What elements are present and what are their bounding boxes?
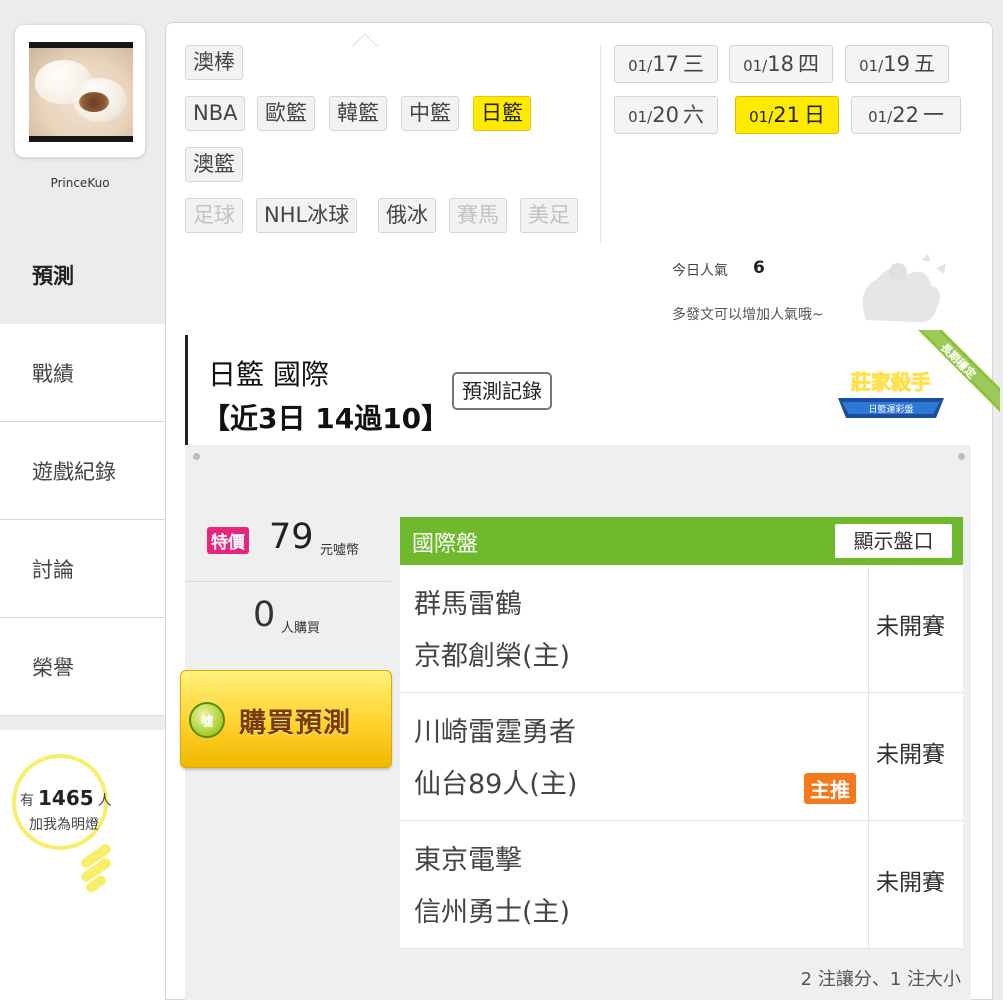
date-0121[interactable]: 01/21 日	[735, 96, 839, 134]
match-teams: 東京電擊 信州勇士(主)	[414, 835, 570, 939]
sport-chip-nba[interactable]: NBA	[185, 96, 246, 131]
match-divider	[868, 821, 869, 948]
away-team: 川崎雷霆勇者	[414, 717, 576, 748]
coin-icon-label: 噓	[201, 713, 214, 728]
away-team: 群馬雷鶴	[414, 589, 522, 620]
price-row: 特價 79 元噓幣	[185, 517, 391, 582]
sport-chip-aus-basketball[interactable]: 澳籃	[185, 147, 243, 182]
match-row[interactable]: 群馬雷鶴 京都創榮(主) 未開賽	[400, 565, 963, 693]
show-odds-button[interactable]: 顯示盤口	[835, 524, 952, 558]
bet-summary: 2 注讓分、1 注大小	[800, 969, 961, 990]
fans-panel: 有 1465 人 加我為明燈	[0, 730, 165, 1000]
match-row[interactable]: 東京電擊 信州勇士(主) 未開賽	[400, 821, 963, 949]
match-status: 未開賽	[876, 614, 945, 640]
match-status: 未開賽	[876, 870, 945, 896]
sport-chip-american-football: 美足	[520, 198, 578, 233]
date-0120[interactable]: 01/20 六	[614, 96, 718, 134]
sport-chip-euro-basketball[interactable]: 歐籃	[257, 96, 315, 131]
fans-suffix: 人	[97, 793, 112, 809]
sport-chip-soccer: 足球	[185, 198, 243, 233]
date-0117[interactable]: 01/17 三	[614, 45, 718, 83]
popularity-count: 6	[753, 258, 765, 278]
sport-chip-nhl[interactable]: NHL冰球	[256, 198, 358, 233]
match-table-header: 國際盤 顯示盤口	[400, 517, 963, 565]
sport-chip-horse-racing: 賽馬	[449, 198, 507, 233]
special-price-tag: 特價	[207, 527, 249, 554]
prediction-content: 特價 79 元噓幣 0 人購買 噓 購買預測 國際盤 顯示盤口 群馬雷鶴 京都創…	[180, 445, 971, 1000]
match-divider	[868, 693, 869, 820]
pin-left	[193, 453, 200, 460]
match-table: 國際盤 顯示盤口 群馬雷鶴 京都創榮(主) 未開賽 川崎雷霆勇者 仙台89人(主…	[400, 517, 963, 949]
date-0118[interactable]: 01/18 四	[729, 45, 833, 83]
match-divider	[868, 565, 869, 692]
nav-item-record[interactable]: 戰績	[0, 324, 165, 422]
home-team: 信州勇士(主)	[414, 897, 571, 928]
ribbon-text: 長期穩定	[938, 340, 979, 381]
sport-chip-aus-baseball[interactable]: 澳棒	[185, 45, 243, 80]
sport-chip-japan-basketball[interactable]: 日籃	[473, 96, 531, 131]
nav-item-discussion[interactable]: 討論	[0, 520, 165, 618]
main-pick-badge: 主推	[804, 773, 856, 804]
decoration-figure-icon	[862, 254, 946, 323]
prediction-recent-record: 【近3日 14過10】	[202, 402, 450, 435]
match-teams: 川崎雷霆勇者 仙台89人(主)	[414, 707, 577, 811]
filter-divider	[600, 44, 601, 244]
pin-right	[958, 453, 965, 460]
sport-chip-russia-hockey[interactable]: 俄冰	[378, 198, 436, 233]
home-team: 仙台89人(主)	[414, 769, 578, 800]
match-teams: 群馬雷鶴 京都創榮(主)	[414, 579, 570, 683]
fans-count: 1465	[38, 786, 94, 810]
price-value: 79	[269, 517, 314, 557]
nav-item-game-log[interactable]: 遊戲紀錄	[0, 422, 165, 520]
prediction-history-button[interactable]: 預測記錄	[452, 372, 552, 410]
sport-chip-korea-basketball[interactable]: 韓籃	[329, 96, 387, 131]
lightbulb-base-icon	[79, 842, 119, 895]
date-0122[interactable]: 01/22 一	[851, 96, 961, 134]
away-team: 東京電擊	[414, 845, 522, 876]
buy-prediction-label: 購買預測	[239, 708, 351, 739]
fans-count-line: 有 1465 人	[20, 786, 112, 810]
popularity-hint: 多發文可以增加人氣哦~	[672, 307, 824, 323]
left-sidebar: PrinceKuo 預測 戰績 遊戲紀錄 討論 榮譽 有 1465 人 加我為明燈	[0, 0, 165, 1000]
sidebar-nav: 預測 戰績 遊戲紀錄 討論 榮譽	[0, 226, 165, 716]
nav-item-honor[interactable]: 榮譽	[0, 618, 165, 716]
buyers-unit: 人購買	[281, 621, 321, 636]
date-0119[interactable]: 01/19 五	[845, 45, 949, 83]
price-unit: 元噓幣	[320, 543, 360, 558]
coin-icon: 噓	[189, 702, 225, 738]
long-term-stable-ribbon: 長期穩定	[918, 330, 1000, 412]
avatar-card[interactable]	[14, 24, 146, 158]
tab-notch	[352, 33, 378, 59]
buyers-count: 0	[253, 595, 276, 635]
nav-item-prediction[interactable]: 預測	[0, 226, 165, 324]
avatar[interactable]	[29, 42, 133, 142]
popularity-label: 今日人氣	[672, 263, 728, 279]
match-row[interactable]: 川崎雷霆勇者 仙台89人(主) 主推 未開賽	[400, 693, 963, 821]
add-follow-text[interactable]: 加我為明燈	[29, 814, 99, 834]
home-team: 京都創榮(主)	[414, 641, 571, 672]
fans-prefix: 有	[20, 793, 34, 809]
sport-chip-china-basketball[interactable]: 中籃	[401, 96, 459, 131]
match-table-title: 國際盤	[412, 532, 479, 557]
match-status: 未開賽	[876, 742, 945, 768]
buy-prediction-button[interactable]: 噓 購買預測	[180, 670, 392, 768]
prediction-title: 日籃 國際	[208, 358, 329, 391]
username[interactable]: PrinceKuo	[0, 176, 160, 190]
